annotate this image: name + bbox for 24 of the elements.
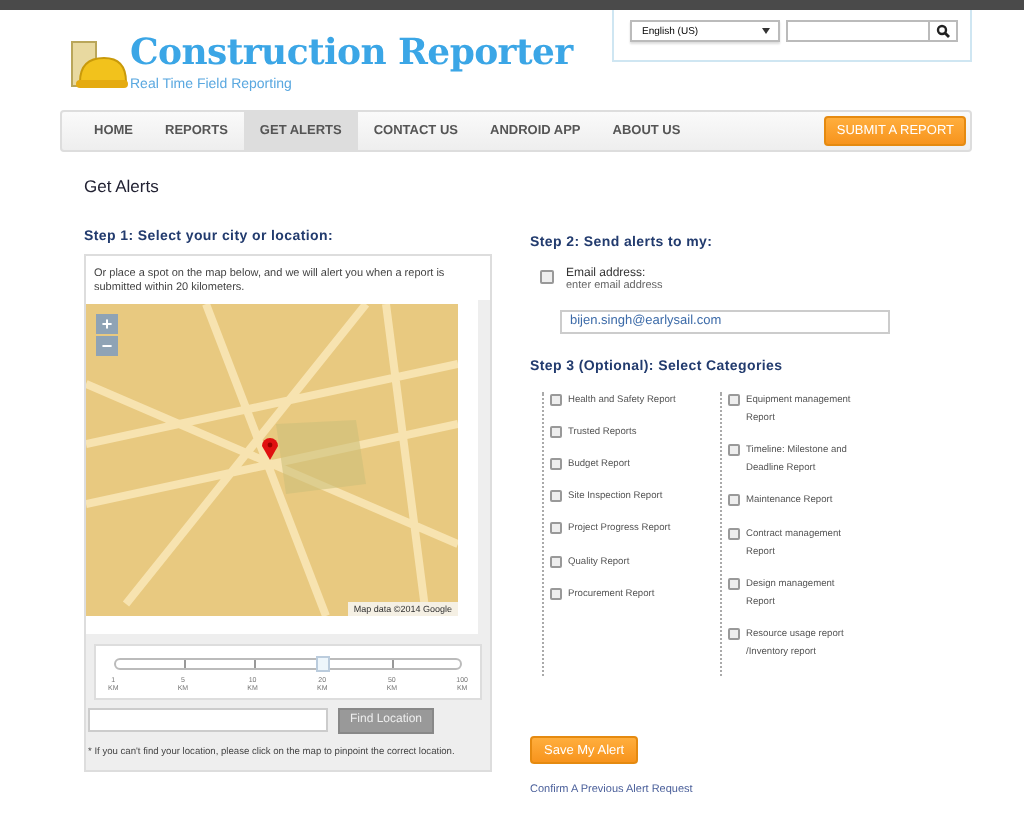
search-icon[interactable] (936, 24, 950, 38)
page-title: Get Alerts (84, 176, 161, 196)
email-checkbox[interactable] (540, 270, 554, 284)
hard-hat-icon (68, 38, 128, 94)
category-checkbox[interactable] (550, 555, 562, 568)
location-input[interactable] (88, 708, 328, 733)
logo-title: Construction Reporter (130, 30, 573, 77)
category-checkbox[interactable] (728, 394, 740, 406)
category-checkbox[interactable] (550, 426, 562, 439)
category-checkbox[interactable] (550, 458, 562, 471)
category-checkbox[interactable] (728, 627, 740, 640)
radius-slider[interactable] (114, 658, 462, 671)
category-checkbox[interactable] (728, 494, 740, 507)
category-checkbox[interactable] (728, 577, 740, 590)
category-checkbox[interactable] (550, 394, 562, 406)
slider-thumb[interactable] (316, 656, 331, 673)
category-checkbox[interactable] (550, 587, 562, 600)
category-checkbox[interactable] (550, 490, 562, 503)
caret-icon (762, 28, 770, 34)
search-field[interactable] (786, 20, 958, 42)
category-checkbox[interactable] (728, 527, 740, 540)
category-checkbox[interactable] (728, 444, 740, 457)
category-checkbox[interactable] (550, 522, 562, 535)
map-pin-icon[interactable] (262, 438, 278, 461)
